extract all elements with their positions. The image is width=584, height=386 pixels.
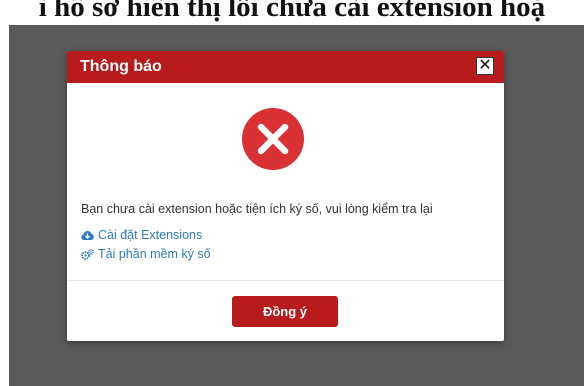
gears-icon [81, 248, 94, 260]
close-icon: ✕ [478, 57, 492, 74]
notification-dialog: Thông báo ✕ Bạn chưa cài extension hoặc … [67, 51, 504, 341]
cloud-download-icon [81, 230, 94, 240]
install-extensions-label: Cài đặt Extensions [98, 228, 203, 242]
close-button[interactable]: ✕ [476, 57, 494, 75]
error-x-circle-icon [242, 108, 304, 170]
download-signing-software-label: Tải phần mềm ký số [98, 247, 211, 261]
dialog-header: Thông báo ✕ [67, 51, 504, 83]
download-signing-software-link[interactable]: Tải phần mềm ký số [81, 247, 211, 261]
footer-divider [67, 280, 504, 281]
error-message: Bạn chưa cài extension hoặc tiện ích ký … [81, 202, 433, 216]
ok-button[interactable]: Đồng ý [232, 296, 338, 327]
dialog-title: Thông báo [80, 58, 162, 75]
install-extensions-link[interactable]: Cài đặt Extensions [81, 228, 202, 242]
